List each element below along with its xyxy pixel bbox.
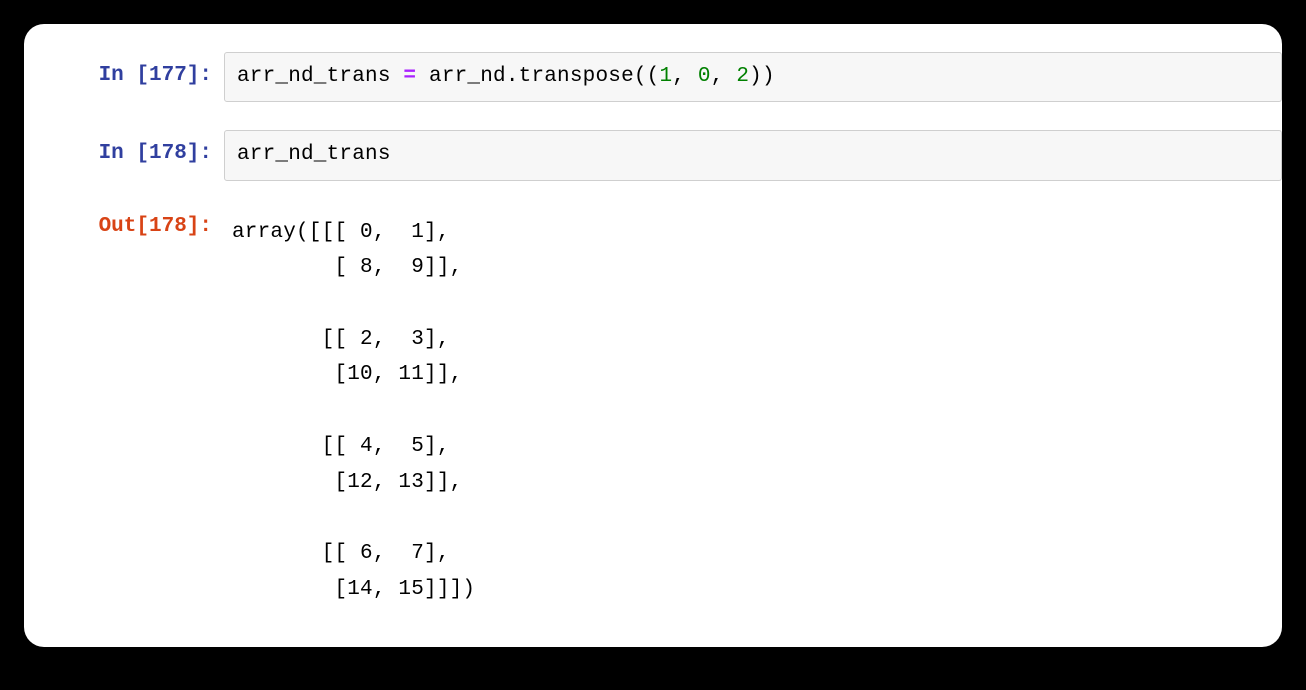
code-token-method: transpose [519,65,634,88]
code-token-object: arr_nd [429,65,506,88]
code-token-number: 2 [736,65,749,88]
code-token-close-paren: )) [749,65,775,88]
code-token-comma: , [711,65,737,88]
input-prompt-177: In [177]: [24,52,224,87]
code-token-open-paren: (( [634,65,660,88]
code-output-178: array([[[ 0, 1], [ 8, 9]], [[ 2, 3], [10… [224,209,1282,608]
code-token-assign: = [391,65,429,88]
cell-in-177: In [177]: arr_nd_trans = arr_nd.transpos… [24,52,1282,102]
notebook-container: In [177]: arr_nd_trans = arr_nd.transpos… [24,24,1282,647]
code-token-comma: , [672,65,698,88]
input-prompt-178: In [178]: [24,130,224,165]
code-input-177[interactable]: arr_nd_trans = arr_nd.transpose((1, 0, 2… [224,52,1282,102]
cell-in-178: In [178]: arr_nd_trans [24,130,1282,180]
code-token-variable: arr_nd_trans [237,65,391,88]
code-token-number: 0 [698,65,711,88]
code-token-variable: arr_nd_trans [237,143,391,166]
code-token-number: 1 [659,65,672,88]
code-input-178[interactable]: arr_nd_trans [224,130,1282,180]
code-token-dot: . [506,65,519,88]
cell-out-178: Out[178]: array([[[ 0, 1], [ 8, 9]], [[ … [24,209,1282,608]
output-prompt-178: Out[178]: [24,209,224,238]
